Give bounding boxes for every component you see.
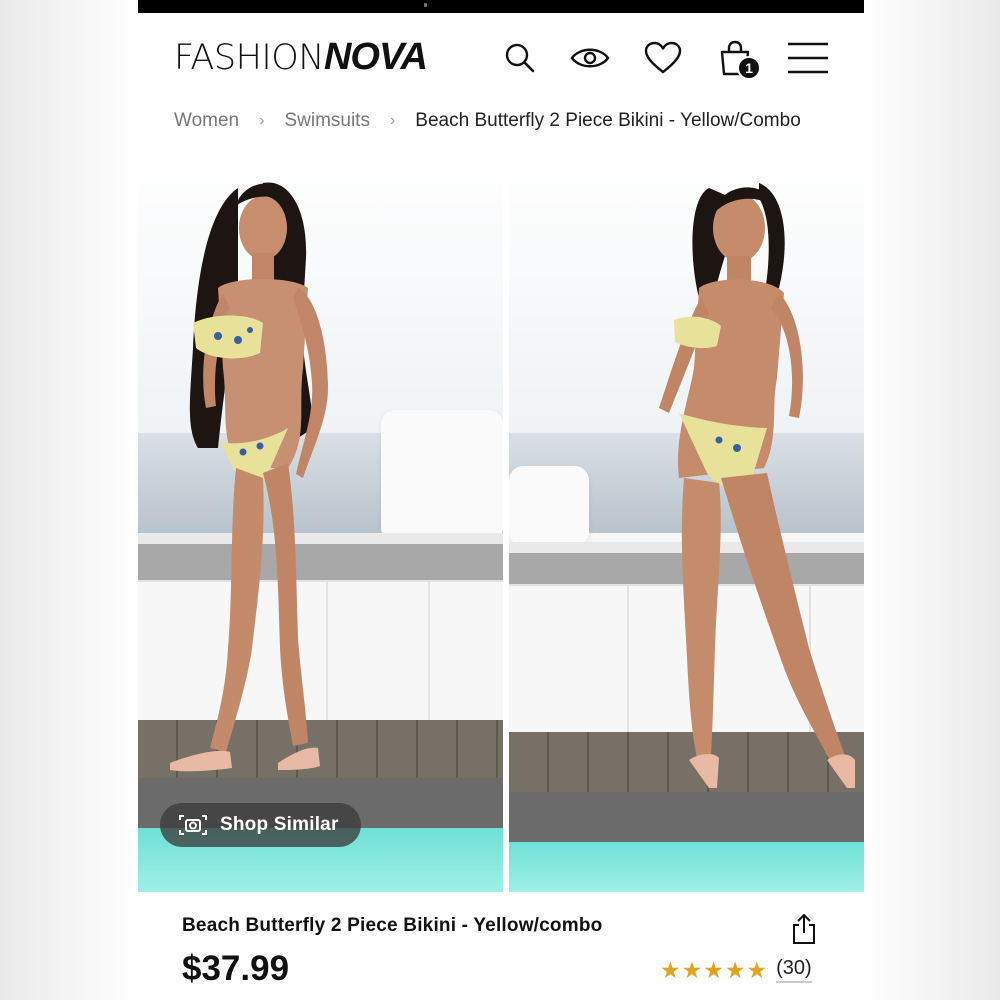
product-image-front[interactable]: Shop Similar <box>138 148 503 892</box>
camera-scan-icon <box>178 813 208 837</box>
model-figure-back <box>659 183 855 788</box>
breadcrumb-women[interactable]: Women <box>174 110 239 132</box>
cart-count-badge: 1 <box>737 56 761 80</box>
breadcrumb-current-product: Beach Butterfly 2 Piece Bikini - Yellow/… <box>415 110 801 131</box>
fashionnova-logo[interactable]: FASHIONNOVA <box>174 36 428 78</box>
star-icon: ★ <box>746 956 768 983</box>
share-icon[interactable] <box>790 913 818 950</box>
star-icon: ★ <box>681 956 703 983</box>
chevron-right-icon: › <box>259 112 265 129</box>
phone-screen: FASHIONNOVA 1 Women › Swimsuits › Beach … <box>138 0 864 1000</box>
star-icon: ★ <box>724 956 746 983</box>
product-title: Beach Butterfly 2 Piece Bikini - Yellow/… <box>182 915 603 936</box>
shop-similar-label: Shop Similar <box>220 814 339 835</box>
product-price: $37.99 <box>182 949 290 988</box>
site-header: FASHIONNOVA 1 <box>138 13 864 103</box>
breadcrumb: Women › Swimsuits › Beach Butterfly 2 Pi… <box>174 109 801 133</box>
logo-thin-text: FASHION <box>174 38 324 78</box>
breadcrumb-swimsuits[interactable]: Swimsuits <box>284 110 370 132</box>
star-icon: ★ <box>703 956 724 983</box>
chevron-right-icon: › <box>389 112 396 129</box>
eye-icon[interactable] <box>569 38 611 78</box>
product-image-gallery[interactable]: Shop Similar <box>138 148 864 892</box>
model-figure-front <box>170 182 328 772</box>
product-image-back[interactable] <box>509 148 864 892</box>
search-icon[interactable] <box>500 38 540 78</box>
shopping-bag-icon[interactable]: 1 <box>718 38 761 80</box>
logo-bold-text: NOVA <box>323 36 428 78</box>
star-icon: ★ <box>660 956 681 983</box>
shop-similar-button[interactable]: Shop Similar <box>160 803 361 847</box>
heart-icon[interactable] <box>643 38 683 78</box>
product-rating[interactable]: ★ ★ ★ ★ ★ (30) <box>660 957 812 983</box>
menu-icon[interactable] <box>786 38 830 78</box>
status-bar <box>138 0 864 13</box>
review-count-link[interactable]: (30) <box>776 957 812 983</box>
